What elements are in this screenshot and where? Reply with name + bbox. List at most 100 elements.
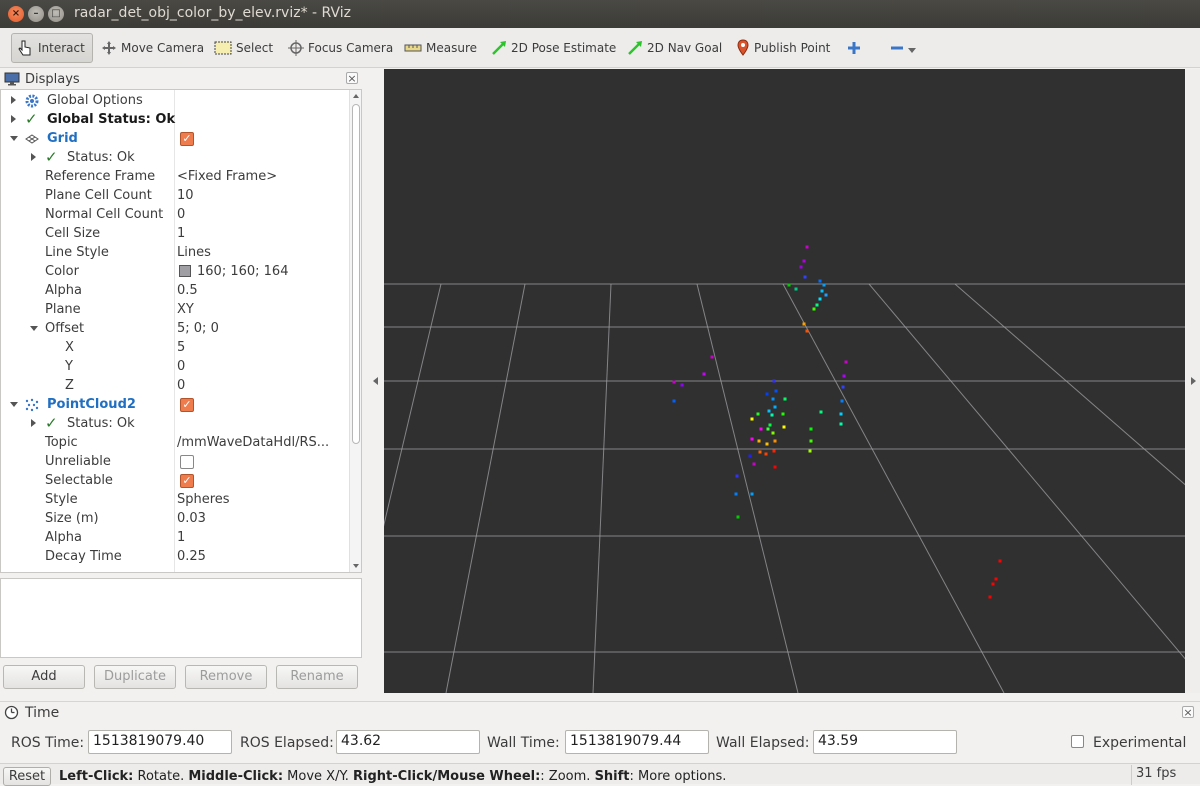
style-value[interactable]: Spheres <box>177 492 230 507</box>
offset-x-value[interactable]: 5 <box>177 340 185 355</box>
cloud-point <box>765 442 769 446</box>
collapse-arrow-icon[interactable] <box>10 402 18 407</box>
rename-display-button[interactable]: Rename <box>276 665 358 689</box>
scroll-down-arrow-icon[interactable] <box>353 564 359 568</box>
offset-value[interactable]: 5; 0; 0 <box>177 321 219 336</box>
tree-row-decay-time[interactable]: Decay Time 0.25 <box>1 548 347 567</box>
expand-arrow-icon[interactable] <box>31 419 36 427</box>
tree-row-plane[interactable]: Plane XY <box>1 301 347 320</box>
tree-row-offset-y[interactable]: Y 0 <box>1 358 347 377</box>
nav-goal-tool-button[interactable]: 2D Nav Goal <box>623 33 726 63</box>
grid-status-label: Status: Ok <box>67 150 135 165</box>
displays-tree[interactable]: Global Options ✓ Global Status: Ok Grid … <box>0 89 362 573</box>
normal-cell-count-value[interactable]: 0 <box>177 207 185 222</box>
tree-row-offset-z[interactable]: Z 0 <box>1 377 347 396</box>
add-display-button[interactable]: Add <box>3 665 85 689</box>
expand-arrow-icon[interactable] <box>11 115 16 123</box>
expand-arrow-icon[interactable] <box>11 96 16 104</box>
offset-y-value[interactable]: 0 <box>177 359 185 374</box>
tree-row-alpha[interactable]: Alpha 0.5 <box>1 282 347 301</box>
add-tool-button[interactable] <box>843 33 865 63</box>
tree-row-size[interactable]: Size (m) 0.03 <box>1 510 347 529</box>
tree-row-normal-cell-count[interactable]: Normal Cell Count 0 <box>1 206 347 225</box>
render-viewport[interactable] <box>384 69 1185 693</box>
tree-row-grid[interactable]: Grid ✓ <box>1 130 347 149</box>
line-style-value[interactable]: Lines <box>177 245 211 260</box>
tree-row-pc-alpha[interactable]: Alpha 1 <box>1 529 347 548</box>
alpha-value[interactable]: 0.5 <box>177 283 198 298</box>
focus-camera-tool-button[interactable]: Focus Camera <box>284 33 397 63</box>
pc-alpha-value[interactable]: 1 <box>177 530 185 545</box>
collapse-right-panel-icon[interactable] <box>1191 377 1196 385</box>
remove-display-button[interactable]: Remove <box>185 665 267 689</box>
topic-value[interactable]: /mmWaveDataHdl/RS... <box>177 435 329 450</box>
color-value[interactable]: 160; 160; 164 <box>179 264 288 279</box>
property-label: Alpha <box>45 530 82 545</box>
property-label: Plane Cell Count <box>45 188 152 203</box>
time-close-button[interactable]: × <box>1182 706 1194 718</box>
tree-row-pointcloud2[interactable]: PointCloud2 ✓ <box>1 396 347 415</box>
ros-time-field[interactable]: 1513819079.40 <box>88 730 232 754</box>
cloud-point <box>988 595 992 599</box>
move-camera-tool-button[interactable]: Move Camera <box>97 33 208 63</box>
tree-row-grid-status[interactable]: ✓ Status: Ok <box>1 148 347 168</box>
displays-close-button[interactable]: × <box>346 72 358 84</box>
window-minimize-button[interactable]: – <box>28 6 44 22</box>
window-maximize-button[interactable]: □ <box>48 6 64 22</box>
measure-tool-button[interactable]: Measure <box>400 33 481 63</box>
tree-row-cell-size[interactable]: Cell Size 1 <box>1 225 347 244</box>
displays-scrollbar[interactable] <box>349 90 361 572</box>
decay-time-value[interactable]: 0.25 <box>177 549 206 564</box>
tree-row-global-status[interactable]: ✓ Global Status: Ok <box>1 110 347 130</box>
pointcloud2-enabled-checkbox[interactable]: ✓ <box>180 398 194 412</box>
pose-estimate-tool-button[interactable]: 2D Pose Estimate <box>487 33 620 63</box>
tree-row-pc-status[interactable]: ✓ Status: Ok <box>1 414 347 434</box>
size-value[interactable]: 0.03 <box>177 511 206 526</box>
property-label: Z <box>65 378 74 393</box>
cloud-point <box>802 322 806 326</box>
reference-frame-value[interactable]: <Fixed Frame> <box>177 169 277 184</box>
tree-row-style[interactable]: Style Spheres <box>1 491 347 510</box>
tree-row-topic[interactable]: Topic /mmWaveDataHdl/RS... <box>1 434 347 453</box>
cloud-point <box>803 275 807 279</box>
plane-value[interactable]: XY <box>177 302 194 317</box>
scroll-up-arrow-icon[interactable] <box>353 94 359 98</box>
tree-row-offset[interactable]: Offset 5; 0; 0 <box>1 320 347 339</box>
property-label: Unreliable <box>45 454 111 469</box>
publish-point-tool-button[interactable]: Publish Point <box>732 33 834 63</box>
tree-row-plane-cell-count[interactable]: Plane Cell Count 10 <box>1 187 347 206</box>
collapse-left-panel-icon[interactable] <box>373 377 378 385</box>
plane-cell-count-value[interactable]: 10 <box>177 188 194 203</box>
wall-elapsed-field[interactable]: 43.59 <box>813 730 957 754</box>
tree-row-unreliable[interactable]: Unreliable <box>1 453 347 472</box>
reset-button[interactable]: Reset <box>3 767 51 786</box>
plus-icon <box>848 42 860 54</box>
tree-row-selectable[interactable]: Selectable ✓ <box>1 472 347 491</box>
selectable-checkbox[interactable]: ✓ <box>180 474 194 488</box>
duplicate-display-button[interactable]: Duplicate <box>94 665 176 689</box>
window-close-button[interactable]: × <box>8 6 24 22</box>
cell-size-value[interactable]: 1 <box>177 226 185 241</box>
cloud-point <box>748 454 752 458</box>
ros-elapsed-field[interactable]: 43.62 <box>336 730 480 754</box>
remove-tool-button[interactable] <box>886 33 920 63</box>
select-tool-button[interactable]: Select <box>210 33 277 63</box>
tree-row-line-style[interactable]: Line Style Lines <box>1 244 347 263</box>
expand-arrow-icon[interactable] <box>31 153 36 161</box>
tree-row-global-options[interactable]: Global Options <box>1 92 347 111</box>
wall-time-field[interactable]: 1513819079.44 <box>565 730 709 754</box>
unreliable-checkbox[interactable] <box>180 455 194 469</box>
interact-tool-button[interactable]: Interact <box>11 33 93 63</box>
scrollbar-thumb[interactable] <box>352 104 360 444</box>
grid-enabled-checkbox[interactable]: ✓ <box>180 132 194 146</box>
tree-row-offset-x[interactable]: X 5 <box>1 339 347 358</box>
offset-z-value[interactable]: 0 <box>177 378 185 393</box>
toolbar: Interact Move Camera Select Focus Camera… <box>0 28 1200 68</box>
experimental-checkbox[interactable] <box>1071 735 1084 748</box>
cloud-point <box>991 582 995 586</box>
tree-row-reference-frame[interactable]: Reference Frame <Fixed Frame> <box>1 168 347 187</box>
collapse-arrow-icon[interactable] <box>30 326 38 331</box>
property-label: Line Style <box>45 245 109 260</box>
tree-row-color[interactable]: Color 160; 160; 164 <box>1 263 347 282</box>
collapse-arrow-icon[interactable] <box>10 136 18 141</box>
